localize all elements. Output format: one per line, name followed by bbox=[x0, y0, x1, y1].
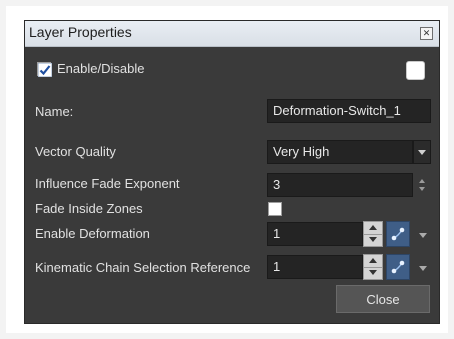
kinematic-chain-link-button[interactable] bbox=[386, 254, 410, 280]
vector-quality-select[interactable]: Very High bbox=[267, 140, 413, 164]
influence-fade-label: Influence Fade Exponent bbox=[35, 176, 180, 191]
function-link-icon bbox=[391, 260, 405, 274]
chevron-down-icon bbox=[418, 150, 426, 155]
enable-deformation-label: Enable Deformation bbox=[35, 226, 150, 241]
dialog-titlebar[interactable]: Layer Properties ✕ bbox=[25, 21, 439, 47]
close-button[interactable]: Close bbox=[336, 285, 430, 313]
checkmark-icon bbox=[38, 63, 52, 77]
close-icon[interactable]: ✕ bbox=[420, 27, 433, 40]
chevron-down-icon[interactable] bbox=[418, 230, 428, 240]
kinematic-chain-label: Kinematic Chain Selection Reference bbox=[35, 260, 251, 275]
chevron-down-icon[interactable] bbox=[418, 263, 428, 273]
enable-checkbox[interactable] bbox=[37, 62, 52, 77]
kinematic-chain-spinner[interactable] bbox=[363, 254, 383, 280]
spin-arrows-icon[interactable] bbox=[417, 177, 427, 193]
dialog-content: Enable/Disable Name: Deformation-Switch_… bbox=[25, 47, 439, 323]
fade-inside-label: Fade Inside Zones bbox=[35, 201, 143, 216]
page-border-bottom bbox=[0, 333, 454, 339]
dialog-title: Layer Properties bbox=[29, 24, 132, 40]
page-border-left bbox=[0, 0, 6, 339]
name-field[interactable]: Deformation-Switch_1 bbox=[267, 99, 431, 123]
spin-down-icon[interactable] bbox=[364, 234, 382, 246]
layer-color-swatch[interactable] bbox=[406, 61, 425, 80]
enable-deformation-field[interactable]: 1 bbox=[267, 222, 363, 246]
enable-deformation-spinner[interactable] bbox=[363, 221, 383, 247]
enable-deformation-link-button[interactable] bbox=[386, 221, 410, 247]
page-border-right bbox=[448, 0, 454, 339]
fade-inside-checkbox[interactable] bbox=[268, 202, 282, 216]
kinematic-chain-field[interactable]: 1 bbox=[267, 255, 363, 279]
page-border-top bbox=[0, 0, 454, 6]
enable-label: Enable/Disable bbox=[57, 61, 145, 76]
vector-quality-dropdown-button[interactable] bbox=[413, 140, 431, 164]
vector-quality-label: Vector Quality bbox=[35, 144, 116, 159]
layer-properties-dialog: Layer Properties ✕ Enable/Disable Name: … bbox=[24, 20, 440, 324]
influence-fade-field[interactable]: 3 bbox=[267, 173, 413, 197]
spin-down-icon[interactable] bbox=[364, 267, 382, 279]
name-label: Name: bbox=[35, 104, 74, 119]
function-link-icon bbox=[391, 227, 405, 241]
